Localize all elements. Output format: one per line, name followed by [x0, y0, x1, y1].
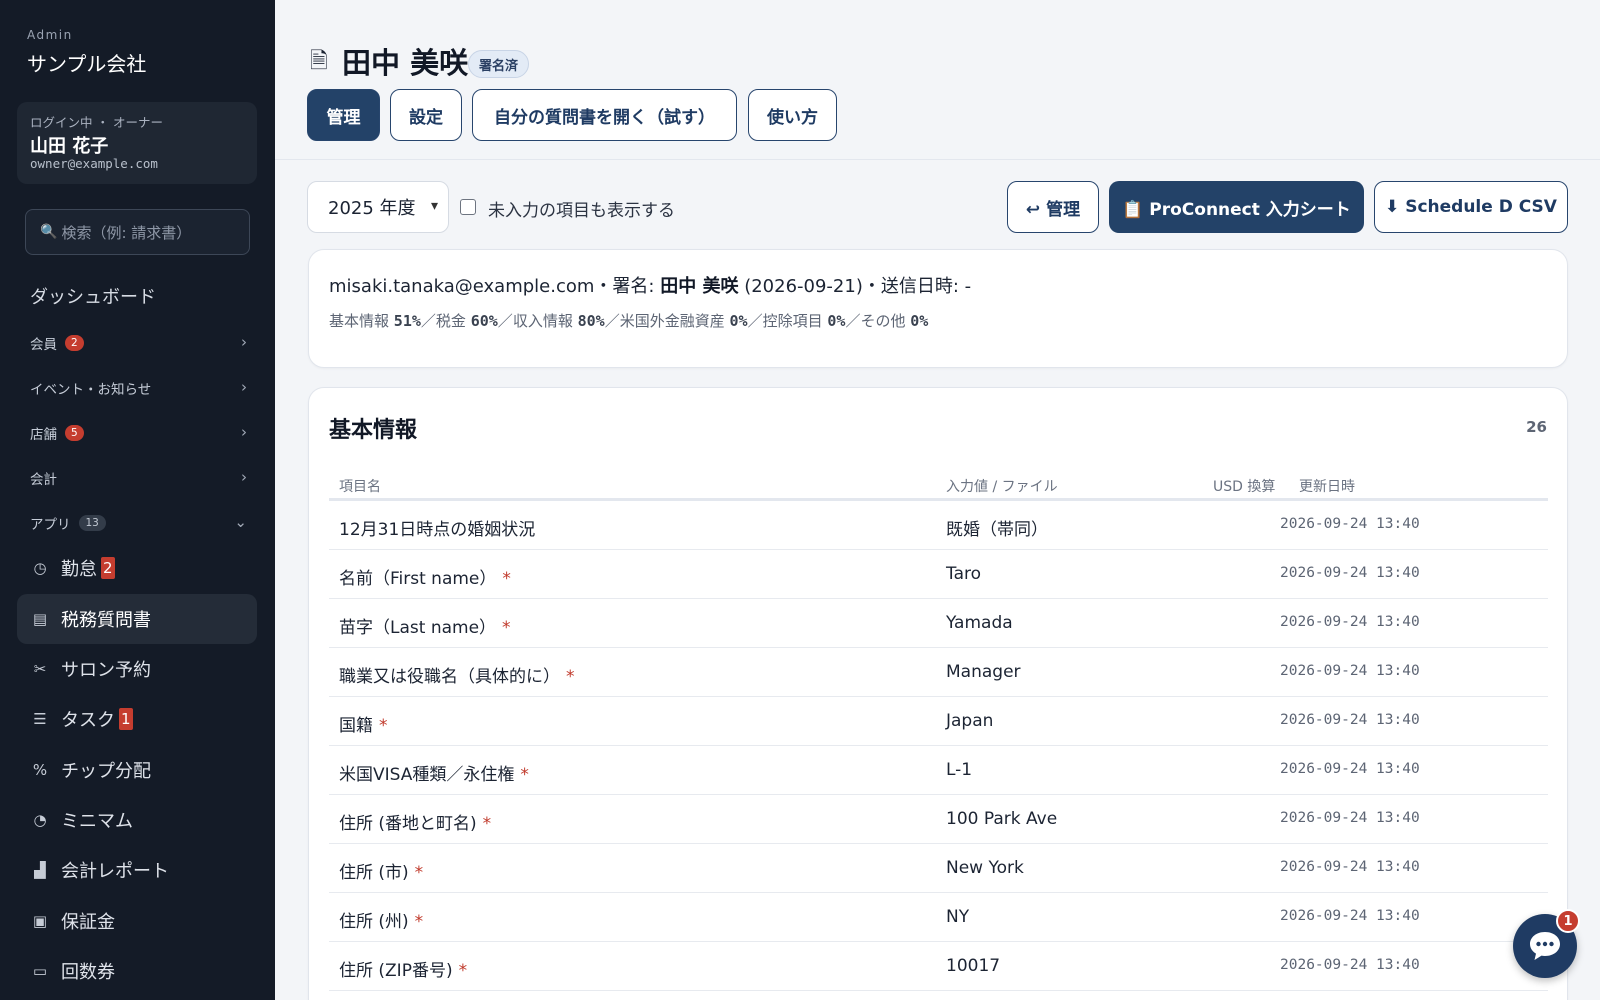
- sidebar-item-label: タスク: [61, 710, 115, 731]
- schedule-d-csv-button[interactable]: ⬇ Schedule D CSV: [1374, 181, 1568, 233]
- section-title: 基本情報: [329, 418, 418, 443]
- page-title: 田中 美咲: [342, 46, 469, 80]
- sidebar-item-tasks[interactable]: ☰ タスク 1: [17, 694, 257, 744]
- user-card: ログイン中 ・ オーナー 山田 花子 owner@example.com: [17, 102, 257, 184]
- nav-group-label: 会員: [30, 337, 57, 353]
- percent-icon: %: [32, 761, 48, 779]
- sidebar-item-label: 税務質問書: [61, 610, 151, 631]
- sidebar-item-tax-questionnaire[interactable]: ▤ 税務質問書: [17, 594, 257, 644]
- document-icon: 🗎: [310, 49, 328, 74]
- tab-settings[interactable]: 設定: [390, 89, 462, 141]
- sidebar-item-salon-booking[interactable]: ✂ サロン予約: [17, 644, 257, 694]
- nav-group-label: 店舗: [30, 427, 57, 443]
- year-select[interactable]: 2025 年度 ▾: [307, 181, 449, 233]
- table-row[interactable]: 住所 (州) * NY 2026-09-24 13:40: [329, 893, 1548, 942]
- nav-group-label: イベント・お知らせ: [30, 382, 152, 398]
- nav-dashboard[interactable]: ダッシュボード: [30, 283, 156, 309]
- user-email: owner@example.com: [30, 156, 158, 171]
- sidebar-item-label: サロン予約: [61, 660, 151, 681]
- company-name: サンプル会社: [27, 52, 147, 76]
- chevron-right-icon: ›: [241, 378, 247, 396]
- sidebar-item-attendance[interactable]: ◷ 勤怠 2: [17, 543, 257, 593]
- sidebar-item-label: 保証金: [61, 912, 115, 933]
- sidebar-item-coupon-tickets[interactable]: ▭ 回数券: [17, 946, 257, 996]
- chat-bubble-icon: [1530, 932, 1560, 960]
- show-empty-label[interactable]: 未入力の項目も表示する: [488, 196, 675, 221]
- signer-name: 田中 美咲: [660, 276, 739, 297]
- sent-datetime: -: [964, 276, 972, 297]
- gauge-icon: ◔: [33, 811, 47, 829]
- table-row[interactable]: 住所 (番地と町名) * 100 Park Ave 2026-09-24 13:4…: [329, 795, 1548, 844]
- nav-group-label: 会計: [30, 472, 57, 488]
- column-header-usd: USD 換算: [1213, 479, 1276, 495]
- sidebar-item-label: 会計レポート: [61, 861, 169, 882]
- table-row[interactable]: 国籍 * Japan 2026-09-24 13:40: [329, 697, 1548, 746]
- tab-how-to-use[interactable]: 使い方: [748, 89, 837, 141]
- section-item-count: 26: [1526, 418, 1547, 436]
- table-row[interactable]: 12月31日時点の婚姻状況 既婚（帯同） 2026-09-24 13:40: [329, 501, 1548, 550]
- sidebar-item-label: 回数券: [61, 962, 115, 983]
- nav-group-accounting[interactable]: 会計 ›: [30, 466, 247, 490]
- clock-icon: ◷: [33, 559, 47, 577]
- search-placeholder: 検索（例: 請求書）: [61, 223, 192, 242]
- summary-card: misaki.tanaka@example.com・署名: 田中 美咲 (202…: [308, 249, 1568, 368]
- table-row[interactable]: 住所 (ZIP番号) * 10017 2026-09-24 13:40: [329, 942, 1548, 991]
- nav-group-stores[interactable]: 店舗 5 ›: [30, 421, 247, 445]
- proconnect-sheet-button[interactable]: 📋 ProConnect 入力シート: [1109, 181, 1364, 233]
- back-to-manage-button[interactable]: ↩ 管理: [1007, 181, 1099, 233]
- chevron-down-icon: ⌄: [234, 513, 247, 531]
- receipt-icon: ▣: [32, 912, 48, 930]
- column-header-value: 入力値 / ファイル: [946, 479, 1058, 495]
- tab-open-own-questionnaire[interactable]: 自分の質問書を開く（試す）: [472, 89, 737, 141]
- sidebar-item-tip-distribution[interactable]: % チップ分配: [17, 745, 257, 795]
- sidebar-item-deposit[interactable]: ▣ 保証金: [17, 896, 257, 946]
- user-name: 山田 花子: [30, 136, 109, 157]
- nav-group-label: アプリ: [30, 517, 71, 533]
- chevron-right-icon: ›: [241, 468, 247, 486]
- sidebar-item-label: 勤怠: [61, 559, 97, 580]
- sidebar-item-label: チップ分配: [61, 761, 151, 782]
- chevron-down-icon: ▾: [430, 198, 438, 214]
- nav-group-members[interactable]: 会員 2 ›: [30, 331, 247, 355]
- scissors-icon: ✂: [33, 660, 47, 678]
- chart-icon: ▟: [34, 861, 46, 879]
- column-header-updated: 更新日時: [1299, 479, 1355, 495]
- column-header-item: 項目名: [339, 479, 381, 495]
- user-role: ログイン中 ・ オーナー: [30, 115, 163, 130]
- table-row[interactable]: 住所 (市) * New York 2026-09-24 13:40: [329, 844, 1548, 893]
- sidebar: Admin サンプル会社 ログイン中 ・ オーナー 山田 花子 owner@ex…: [0, 0, 275, 1000]
- document-icon: ▤: [32, 610, 48, 628]
- ticket-icon: ▭: [32, 962, 48, 980]
- progress-summary: 基本情報 51%／税金 60%／収入情報 80%／米国外金融資産 0%／控除項目…: [329, 312, 929, 330]
- sidebar-item-label: ミニマム: [61, 811, 133, 832]
- table-row[interactable]: 名前（First name） * Taro 2026-09-24 13:40: [329, 550, 1548, 599]
- tab-manage[interactable]: 管理: [307, 89, 380, 141]
- tasks-badge: 1: [119, 708, 133, 730]
- year-select-value: 2025 年度: [328, 198, 416, 219]
- chevron-right-icon: ›: [241, 333, 247, 351]
- brand-label: Admin: [27, 28, 73, 42]
- search-icon: 🔍: [40, 224, 58, 240]
- table-row[interactable]: 職業又は役職名（具体的に） * Manager 2026-09-24 13:40: [329, 648, 1548, 697]
- section-card-basic-info: 基本情報 26 項目名 入力値 / ファイル USD 換算 更新日時 12月31…: [308, 387, 1568, 1000]
- chat-unread-badge: 1: [1556, 909, 1580, 933]
- status-badge: 署名済: [468, 50, 530, 78]
- chevron-right-icon: ›: [241, 423, 247, 441]
- stores-count-badge: 5: [65, 425, 84, 441]
- sidebar-item-accounting-report[interactable]: ▟ 会計レポート: [17, 845, 257, 895]
- attendance-badge: 2: [101, 557, 115, 579]
- search-input[interactable]: 🔍 検索（例: 請求書）: [25, 209, 250, 255]
- nav-group-apps[interactable]: アプリ 13 ⌄: [30, 511, 247, 535]
- respondent-email: misaki.tanaka@example.com: [329, 276, 595, 297]
- nav-group-events[interactable]: イベント・お知らせ ›: [30, 376, 247, 400]
- apps-count-badge: 13: [78, 515, 106, 531]
- show-empty-checkbox[interactable]: [460, 199, 476, 215]
- table-row[interactable]: 苗字（Last name） * Yamada 2026-09-24 13:40: [329, 599, 1548, 648]
- checklist-icon: ☰: [33, 710, 47, 728]
- sidebar-item-minimum[interactable]: ◔ ミニマム: [17, 795, 257, 845]
- table-row[interactable]: 米国VISA種類／永住権 * L-1 2026-09-24 13:40: [329, 746, 1548, 795]
- summary-info: misaki.tanaka@example.com・署名: 田中 美咲 (202…: [329, 276, 972, 297]
- sign-date: (2026-09-21): [738, 276, 863, 297]
- members-count-badge: 2: [65, 335, 84, 351]
